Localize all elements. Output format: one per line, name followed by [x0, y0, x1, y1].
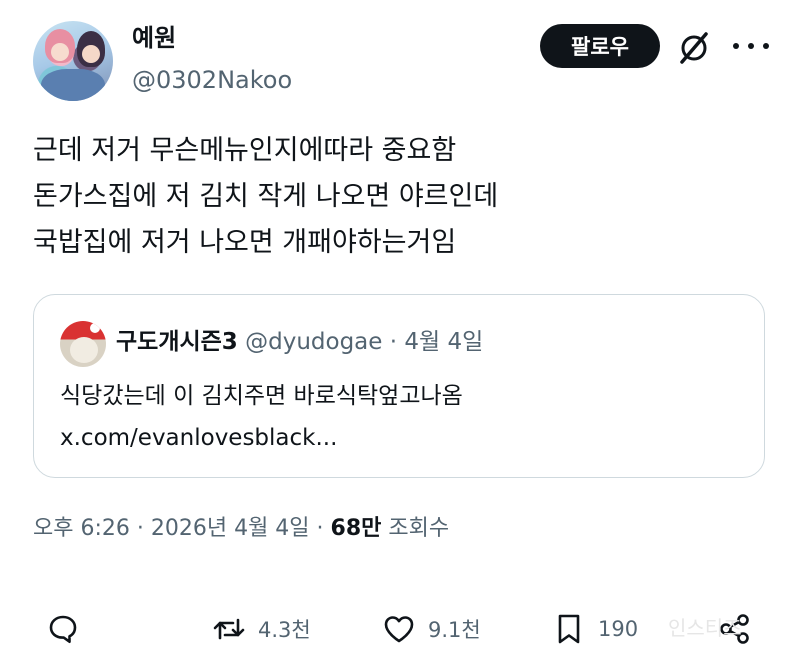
tweet-line: 국밥집에 저거 나오면 개패야하는거임 — [33, 227, 457, 258]
reply-icon — [49, 615, 77, 643]
quote-author-name: 구도개시즌3 — [116, 329, 238, 355]
tweet-meta: 오후 6:26 · 2026년 4월 4일 · 68만 조회수 — [33, 512, 449, 546]
author-display-name[interactable]: 예원 — [132, 22, 176, 54]
quote-author-avatar — [60, 321, 106, 367]
bookmark-icon — [558, 614, 580, 644]
retweet-icon — [213, 618, 245, 640]
retweet-count: 4.3천 — [258, 618, 311, 642]
watermark: 인스티즈 — [668, 616, 742, 640]
like-button[interactable]: 9.1천 — [382, 604, 481, 654]
tweet-line: 돈가스집에 저 김치 작게 나오면 야르인데 — [33, 181, 499, 212]
views-label: 조회수 — [381, 516, 450, 541]
follow-button[interactable]: 팔로우 — [540, 24, 660, 68]
quote-separator: · — [389, 329, 398, 355]
quote-header: 구도개시즌3 @dyudogae · 4월 4일 — [116, 325, 483, 359]
quote-body: 식당갔는데 이 김치주면 바로식탁엎고나옴 x.com/evanlovesbla… — [60, 375, 463, 459]
reply-button[interactable] — [46, 604, 80, 654]
bookmark-button[interactable]: 190 — [552, 604, 638, 654]
author-avatar[interactable] — [33, 21, 113, 101]
views-count: 68만 — [330, 516, 382, 541]
quote-date: 4월 4일 — [404, 329, 484, 355]
tweet-line: 근데 저거 무슨메뉴인지에따라 중요함 — [33, 135, 457, 166]
quote-tweet-card[interactable]: 구도개시즌3 @dyudogae · 4월 4일 식당갔는데 이 김치주면 바로… — [33, 294, 765, 478]
quote-text: 식당갔는데 이 김치주면 바로식탁엎고나옴 — [60, 383, 463, 409]
heart-icon — [384, 616, 414, 643]
tweet-timestamp[interactable]: 오후 6:26 · 2026년 4월 4일 · — [33, 516, 331, 541]
bookmark-count: 190 — [598, 617, 639, 641]
quote-link[interactable]: x.com/evanlovesblack... — [60, 417, 463, 459]
more-icon[interactable] — [733, 28, 769, 64]
grok-icon[interactable] — [676, 30, 712, 66]
quote-author-handle: @dyudogae — [245, 329, 383, 355]
retweet-button[interactable]: 4.3천 — [212, 604, 311, 654]
author-handle[interactable]: @0302Nakoo — [132, 64, 292, 96]
tweet-text: 근데 저거 무슨메뉴인지에따라 중요함 돈가스집에 저 김치 작게 나오면 야르… — [33, 128, 498, 266]
like-count: 9.1천 — [428, 618, 481, 642]
